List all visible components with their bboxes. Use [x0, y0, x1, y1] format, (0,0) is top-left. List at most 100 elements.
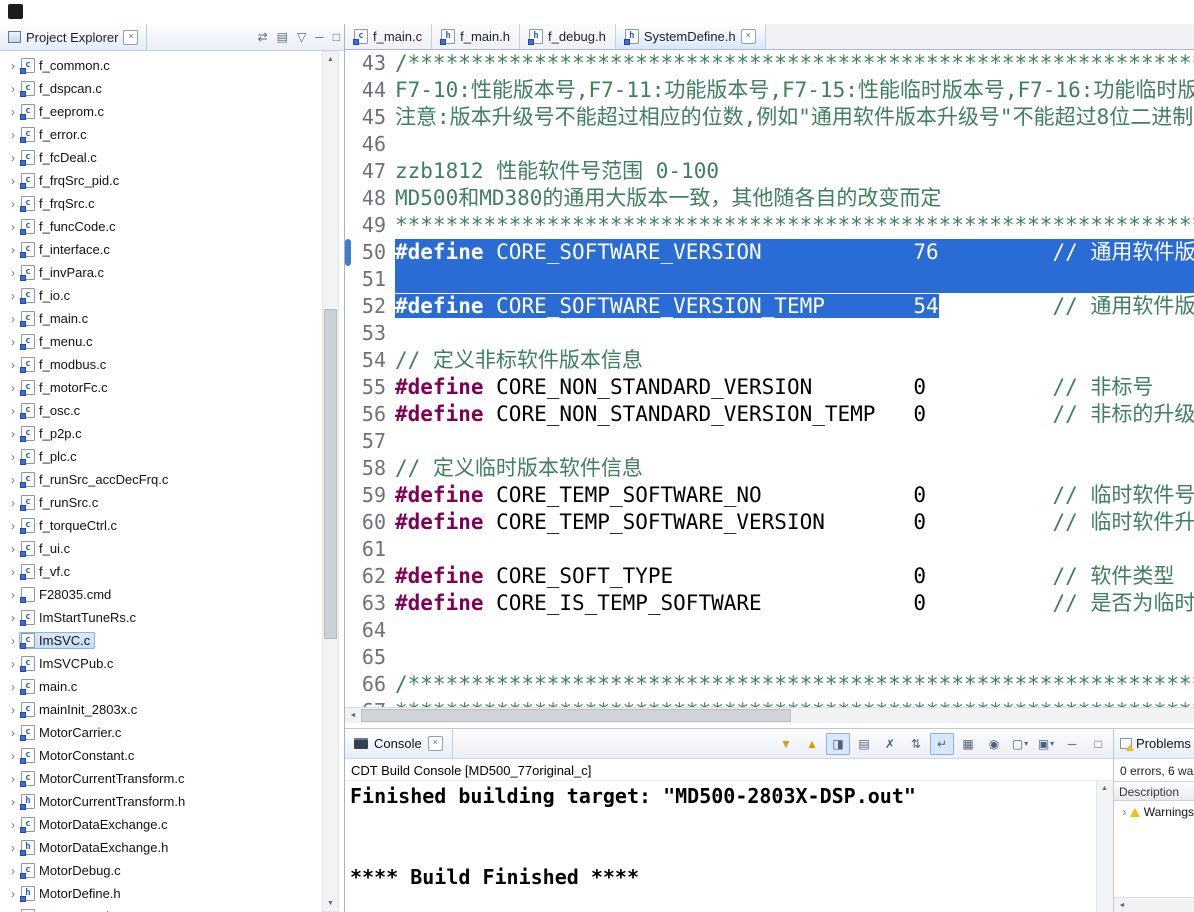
chevron-right-icon[interactable]: ›: [7, 704, 19, 716]
problems-column-description[interactable]: Description: [1114, 781, 1194, 801]
tree-item[interactable]: › c f_error.c: [0, 123, 344, 146]
problems-hscrollbar[interactable]: ◄: [1114, 897, 1194, 912]
chevron-right-icon[interactable]: ›: [7, 681, 19, 693]
tree-item-body[interactable]: c f_main.c: [19, 310, 93, 327]
tree-item[interactable]: › c f_funcCode.c: [0, 215, 344, 238]
chevron-right-icon[interactable]: ›: [7, 612, 19, 624]
chevron-right-icon[interactable]: ›: [7, 727, 19, 739]
tree-item[interactable]: › c f_modbus.c: [0, 353, 344, 376]
next-error-icon[interactable]: ▼: [774, 733, 798, 755]
copy-icon[interactable]: ▦: [956, 733, 980, 755]
tree-item-body[interactable]: c f_invPara.c: [19, 264, 109, 281]
code-editor[interactable]: 43 /************************************…: [345, 50, 1194, 707]
chevron-right-icon[interactable]: ›: [7, 451, 19, 463]
chevron-right-icon[interactable]: ›: [7, 842, 19, 854]
tab-console[interactable]: Console ×: [345, 729, 453, 758]
editor-tab[interactable]: h f_main.h: [432, 24, 521, 49]
code-line[interactable]: 46: [345, 131, 1194, 158]
tree-item[interactable]: › h MotorDefine.h: [0, 882, 344, 905]
tree-item[interactable]: › c f_common.c: [0, 54, 344, 77]
chevron-right-icon[interactable]: ›: [7, 152, 19, 164]
chevron-right-icon[interactable]: ›: [7, 796, 19, 808]
dropdown-arrow-icon[interactable]: ▾: [1050, 739, 1054, 748]
editor-tab[interactable]: h f_debug.h: [520, 24, 616, 49]
code-line[interactable]: 55 #define CORE_NON_STANDARD_VERSION 0 /…: [345, 374, 1194, 401]
tree-item[interactable]: › c MotorDebug.c: [0, 859, 344, 882]
tree-item-body[interactable]: c f_ui.c: [19, 540, 75, 557]
tree-item[interactable]: › c f_p2p.c: [0, 422, 344, 445]
close-icon[interactable]: ×: [740, 29, 756, 44]
tree-item-body[interactable]: c f_modbus.c: [19, 356, 111, 373]
tree-item-body[interactable]: c f_fcDeal.c: [19, 149, 102, 166]
tree-item[interactable]: › c f_torqueCtrl.c: [0, 514, 344, 537]
chevron-right-icon[interactable]: ›: [7, 290, 19, 302]
tree-item-body[interactable]: c main.c: [19, 678, 82, 695]
code-line[interactable]: 54 // 定义非标软件版本信息: [345, 347, 1194, 374]
code-line[interactable]: 43 /************************************…: [345, 50, 1194, 77]
tree-item-body[interactable]: c MotorDataExchange.c: [19, 816, 173, 833]
maximize-icon[interactable]: □: [333, 30, 340, 44]
chevron-right-icon[interactable]: ›: [7, 382, 19, 394]
maximize-icon[interactable]: □: [1086, 733, 1110, 755]
tree-item-body[interactable]: c f_plc.c: [19, 448, 82, 465]
chevron-right-icon[interactable]: ›: [7, 405, 19, 417]
tree-item-body[interactable]: F28035.cmd: [19, 586, 116, 603]
chevron-right-icon[interactable]: ›: [7, 198, 19, 210]
tree-item[interactable]: › c f_dspcan.c: [0, 77, 344, 100]
chevron-right-icon[interactable]: ›: [7, 428, 19, 440]
chevron-right-icon[interactable]: ›: [7, 83, 19, 95]
tree-item-body[interactable]: c f_menu.c: [19, 333, 97, 350]
tree-item[interactable]: › c MotorConstant.c: [0, 744, 344, 767]
chevron-right-icon[interactable]: ›: [7, 658, 19, 670]
tab-project-explorer[interactable]: Project Explorer ×: [0, 24, 148, 50]
chevron-right-icon[interactable]: ›: [7, 773, 19, 785]
code-line[interactable]: 56 #define CORE_NON_STANDARD_VERSION_TEM…: [345, 401, 1194, 428]
tree-item-body[interactable]: c f_io.c: [19, 287, 75, 304]
code-line[interactable]: 53: [345, 320, 1194, 347]
link-with-editor-icon[interactable]: ⇄: [258, 30, 268, 44]
scroll-down-icon[interactable]: ▼: [323, 896, 338, 911]
tree-item[interactable]: › c MotorCurrentTransform.c: [0, 767, 344, 790]
tree-item[interactable]: › c f_invPara.c: [0, 261, 344, 284]
tree-item-body[interactable]: c MotorCarrier.c: [19, 724, 126, 741]
tree-item[interactable]: › c MotorCarrier.c: [0, 721, 344, 744]
tree-item-body[interactable]: c f_eeprom.c: [19, 103, 109, 120]
chevron-right-icon[interactable]: ›: [7, 888, 19, 900]
code-line[interactable]: 58 // 定义临时版本软件信息: [345, 455, 1194, 482]
tree-item-body[interactable]: h MotorCurrentTransform.h: [19, 793, 190, 810]
scroll-left-icon[interactable]: ◄: [345, 708, 361, 723]
tree-item-body[interactable]: c mainInit_2803x.c: [19, 701, 142, 718]
chevron-right-icon[interactable]: ›: [7, 474, 19, 486]
tree-item[interactable]: › F28035.cmd: [0, 583, 344, 606]
previous-error-icon[interactable]: ▲: [800, 733, 824, 755]
chevron-right-icon[interactable]: ›: [1121, 806, 1128, 818]
tree-item[interactable]: › c f_frqSrc.c: [0, 192, 344, 215]
show-error-in-editor-icon[interactable]: ◨: [826, 732, 850, 755]
tree-item-body[interactable]: c f_vf.c: [19, 563, 75, 580]
chevron-right-icon[interactable]: ›: [7, 267, 19, 279]
tree-item[interactable]: › c main.c: [0, 675, 344, 698]
chevron-right-icon[interactable]: ›: [7, 221, 19, 233]
tree-item-body[interactable]: c f_motorFc.c: [19, 379, 113, 396]
tree-item-body[interactable]: c MotorDebug.c: [19, 862, 126, 879]
tree-item[interactable]: › c f_eeprom.c: [0, 100, 344, 123]
console-output[interactable]: Finished building target: "MD500-2803X-D…: [345, 781, 1096, 912]
tree-item[interactable]: › c f_osc.c: [0, 399, 344, 422]
tree-item[interactable]: › c f_vf.c: [0, 560, 344, 583]
minimize-icon[interactable]: ─: [315, 30, 324, 44]
editor-hscrollbar[interactable]: ◄: [345, 707, 1194, 723]
tree-item[interactable]: › c f_frqSrc_pid.c: [0, 169, 344, 192]
tree-item-body[interactable]: c f_runSrc_accDecFrq.c: [19, 471, 173, 488]
tree-item-body[interactable]: c ImStartTuneRs.c: [19, 609, 141, 626]
chevron-right-icon[interactable]: ›: [7, 497, 19, 509]
chevron-right-icon[interactable]: ›: [7, 106, 19, 118]
tree-item[interactable]: › c f_main.c: [0, 307, 344, 330]
tree-item-body[interactable]: c f_common.c: [19, 57, 115, 74]
chevron-right-icon[interactable]: ›: [7, 129, 19, 141]
tree-item[interactable]: › c ImSVCPub.c: [0, 652, 344, 675]
tree-item-body[interactable]: c ImSVCPub.c: [19, 655, 118, 672]
chevron-right-icon[interactable]: ›: [7, 750, 19, 762]
code-line[interactable]: 66 /************************************…: [345, 671, 1194, 698]
chevron-right-icon[interactable]: ›: [7, 819, 19, 831]
tree-item-body[interactable]: c f_interface.c: [19, 241, 115, 258]
